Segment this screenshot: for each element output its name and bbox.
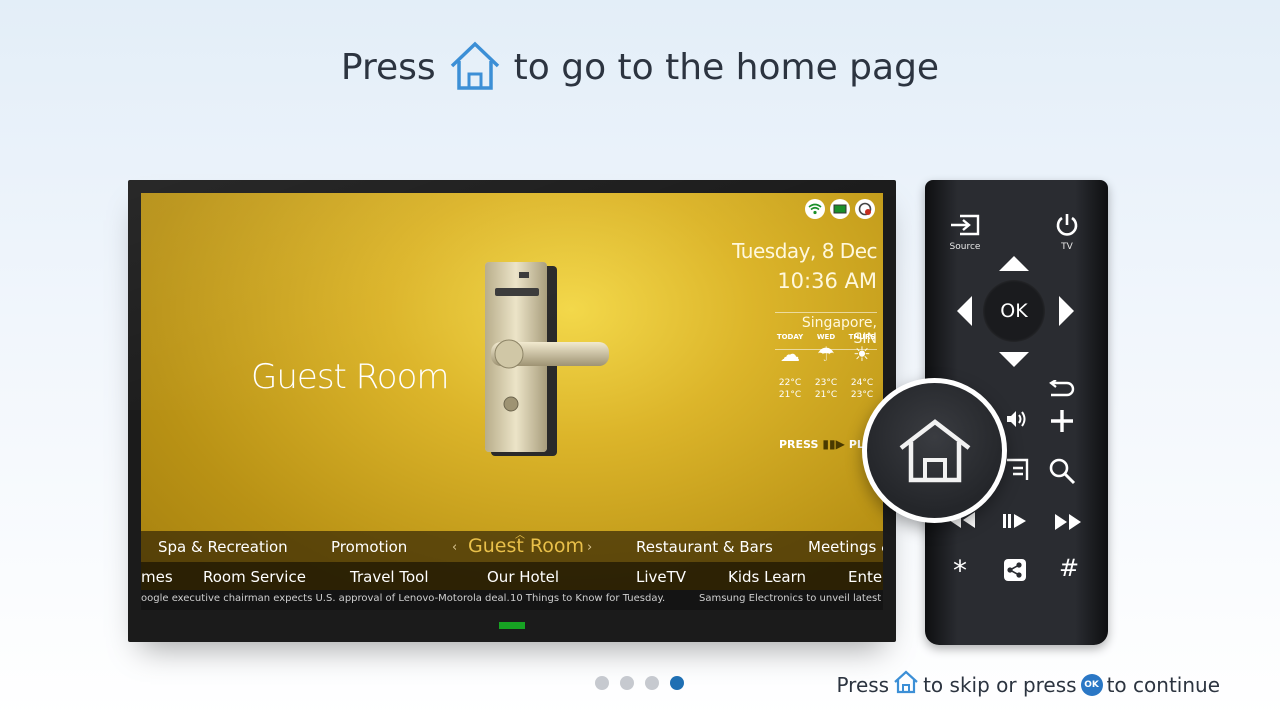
- play-pause-icon: ▮▮▶: [822, 437, 845, 451]
- weather-day-name: TODAY: [776, 333, 804, 341]
- status-icons: [805, 199, 875, 219]
- menu-item-entertainment[interactable]: Ente: [848, 568, 882, 586]
- back-icon: [1049, 379, 1075, 397]
- hash-button[interactable]: #: [1059, 554, 1079, 582]
- date-label: Tuesday, 8 Dec: [732, 239, 877, 263]
- sub-menu-row: mes Room Service Travel Tool Our Hotel L…: [141, 562, 883, 590]
- source-button[interactable]: Source: [945, 212, 985, 252]
- menu-item-meetings[interactable]: Meetings &: [808, 538, 883, 556]
- news-ticker: oogle executive chairman expects U.S. ap…: [141, 590, 883, 610]
- menu-item-kids-learn[interactable]: Kids Learn: [728, 568, 806, 586]
- home-icon: [448, 40, 502, 94]
- play-pause-icon: [1003, 514, 1026, 528]
- hint-skip: to skip or press: [923, 672, 1077, 697]
- ticker-item: 10 Things to Know for Tuesday.: [510, 593, 666, 604]
- star-button[interactable]: *: [953, 554, 967, 587]
- page-dot[interactable]: [595, 676, 609, 690]
- page-dot-active[interactable]: [670, 676, 684, 690]
- ok-button[interactable]: OK: [983, 280, 1045, 342]
- volume-button[interactable]: [1005, 408, 1029, 434]
- fast-forward-button[interactable]: [1053, 512, 1083, 536]
- volume-icon: [1007, 411, 1026, 427]
- weather-low: 21°C: [814, 390, 838, 400]
- menu-item-room-service[interactable]: Room Service: [203, 568, 306, 586]
- chevron-right-icon[interactable]: ›: [587, 540, 592, 555]
- share-icon: [1004, 559, 1026, 581]
- dpad-right-button[interactable]: [1059, 296, 1074, 326]
- menu-item-restaurant[interactable]: Restaurant & Bars: [636, 538, 773, 556]
- headline-suffix: to go to the home page: [513, 46, 940, 88]
- menu-item-spa[interactable]: Spa & Recreation: [158, 538, 288, 556]
- wifi-icon: [805, 199, 825, 219]
- hint-press: Press: [836, 672, 890, 697]
- weather-day: WED ☂ 23°C 21°C: [809, 333, 843, 401]
- home-button-highlight[interactable]: [862, 378, 1007, 523]
- menu-item-travel-tool[interactable]: Travel Tool: [350, 568, 429, 586]
- cloudy-icon: ☁: [780, 342, 800, 366]
- weather-day-name: WED: [816, 333, 836, 341]
- menu-item-our-hotel[interactable]: Our Hotel: [487, 568, 559, 586]
- share-button[interactable]: [1003, 558, 1027, 586]
- menu-item-livetv[interactable]: LiveTV: [636, 568, 686, 586]
- back-button[interactable]: [1047, 379, 1077, 402]
- source-icon: [951, 214, 980, 236]
- press-label: PRESS: [779, 437, 819, 451]
- menu-item-promotion[interactable]: Promotion: [331, 538, 407, 556]
- weather-high: 22°C: [778, 378, 802, 388]
- weather-day: TODAY ☁ 22°C 21°C: [773, 333, 807, 401]
- weather-day: THURS ☀ 24°C 23°C: [845, 333, 879, 401]
- ok-badge-icon: OK: [1080, 673, 1103, 696]
- weather-high: 23°C: [814, 378, 838, 388]
- plus-icon: [1051, 410, 1073, 432]
- rain-icon: ☂: [817, 342, 835, 366]
- search-button[interactable]: [1047, 456, 1077, 490]
- page-dot[interactable]: [645, 676, 659, 690]
- tv-frame: Tuesday, 8 Dec 10:36 AM Singapore, SIN T…: [128, 180, 896, 642]
- dpad-left-button[interactable]: [957, 296, 972, 326]
- tv-screen: Tuesday, 8 Dec 10:36 AM Singapore, SIN T…: [141, 193, 883, 610]
- menu-item-guest-room[interactable]: Guest Room: [468, 535, 584, 557]
- date-time: Tuesday, 8 Dec 10:36 AM: [732, 239, 877, 293]
- weather-low: 23°C: [850, 390, 874, 400]
- guide-icon: [1007, 458, 1029, 480]
- chevron-left-icon[interactable]: ‹: [452, 540, 457, 555]
- weather-forecast: TODAY ☁ 22°C 21°C WED ☂ 23°C 21°C THURS …: [773, 333, 879, 401]
- power-icon: [1056, 214, 1078, 236]
- search-icon: [1049, 458, 1076, 485]
- tv-power-button[interactable]: TV: [1051, 212, 1083, 252]
- menu-item-games[interactable]: mes: [141, 568, 173, 586]
- guide-button[interactable]: [1003, 456, 1031, 488]
- home-icon: [893, 670, 919, 699]
- tv-label: TV: [1061, 242, 1073, 252]
- time-label: 10:36 AM: [777, 269, 877, 293]
- page-dot[interactable]: [620, 676, 634, 690]
- screen-title: Guest Room: [251, 357, 449, 397]
- instruction-headline: Press to go to the home page: [0, 40, 1280, 94]
- bottom-hint: Press to skip or press OK to continue: [836, 670, 1220, 699]
- tv-icon: [830, 199, 850, 219]
- weather-high: 24°C: [850, 378, 874, 388]
- pagination-dots: [595, 676, 684, 690]
- weather-low: 21°C: [778, 390, 802, 400]
- main-menu-row: ︿ Spa & Recreation Promotion ‹ Guest Roo…: [141, 530, 883, 562]
- ticker-item: Samsung Electronics to unveil latest te: [699, 593, 883, 604]
- weather-day-name: THURS: [848, 333, 876, 341]
- press-play-hint: PRESS ▮▮▶ PLA: [779, 437, 872, 451]
- play-pause-button[interactable]: [1001, 512, 1029, 534]
- dpad-up-button[interactable]: [999, 256, 1029, 271]
- source-label: Source: [949, 242, 981, 252]
- alert-icon: [855, 199, 875, 219]
- door-lock-illustration: [471, 256, 611, 470]
- headline-prefix: Press: [340, 46, 436, 88]
- dpad-down-button[interactable]: [999, 352, 1029, 367]
- hint-continue: to continue: [1106, 672, 1220, 697]
- fast-forward-icon: [1055, 514, 1081, 530]
- sun-icon: ☀: [853, 342, 871, 366]
- home-icon: [899, 418, 970, 482]
- power-indicator: [499, 622, 525, 629]
- volume-up-button[interactable]: [1049, 408, 1075, 438]
- ticker-item: oogle executive chairman expects U.S. ap…: [141, 593, 510, 604]
